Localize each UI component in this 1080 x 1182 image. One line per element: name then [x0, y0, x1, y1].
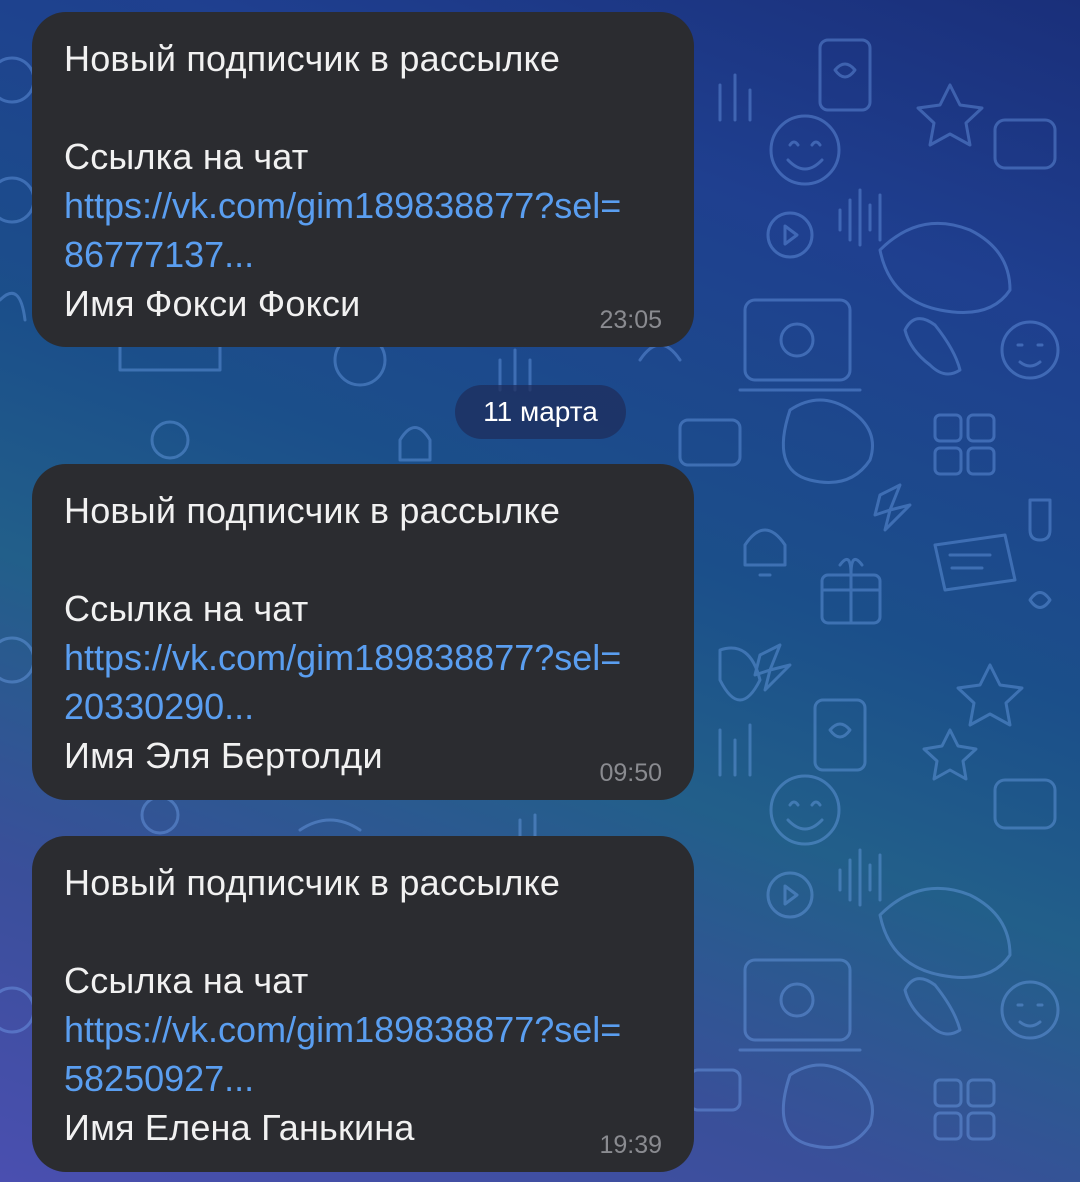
subscriber-name: Имя Эля Бертолди [64, 735, 383, 776]
message-bubble-3[interactable]: Новый подписчик в рассылке Ссылка на чат… [32, 836, 694, 1172]
message-bubble-1[interactable]: Новый подписчик в рассылке Ссылка на чат… [32, 12, 694, 347]
subscriber-name: Имя Фокси Фокси [64, 283, 361, 324]
message-time: 23:05 [599, 306, 662, 334]
message-bubble-2[interactable]: Новый подписчик в рассылке Ссылка на чат… [32, 464, 694, 800]
message-time: 09:50 [599, 759, 662, 787]
message-title: Новый подписчик в рассылке [64, 862, 561, 903]
message-title: Новый подписчик в рассылке [64, 490, 561, 531]
chat-link[interactable]: https://vk.com/gim189838877?sel= 8677713… [64, 181, 662, 279]
message-time: 19:39 [599, 1131, 662, 1159]
link-label: Ссылка на чат [64, 588, 309, 629]
chat-link[interactable]: https://vk.com/gim189838877?sel= 2033029… [64, 633, 662, 731]
date-separator: 11 марта [455, 385, 626, 439]
message-title: Новый подписчик в рассылке [64, 38, 561, 79]
link-label: Ссылка на чат [64, 960, 309, 1001]
chat-link[interactable]: https://vk.com/gim189838877?sel= 5825092… [64, 1005, 662, 1103]
link-label: Ссылка на чат [64, 136, 309, 177]
subscriber-name: Имя Елена Ганькина [64, 1107, 415, 1148]
